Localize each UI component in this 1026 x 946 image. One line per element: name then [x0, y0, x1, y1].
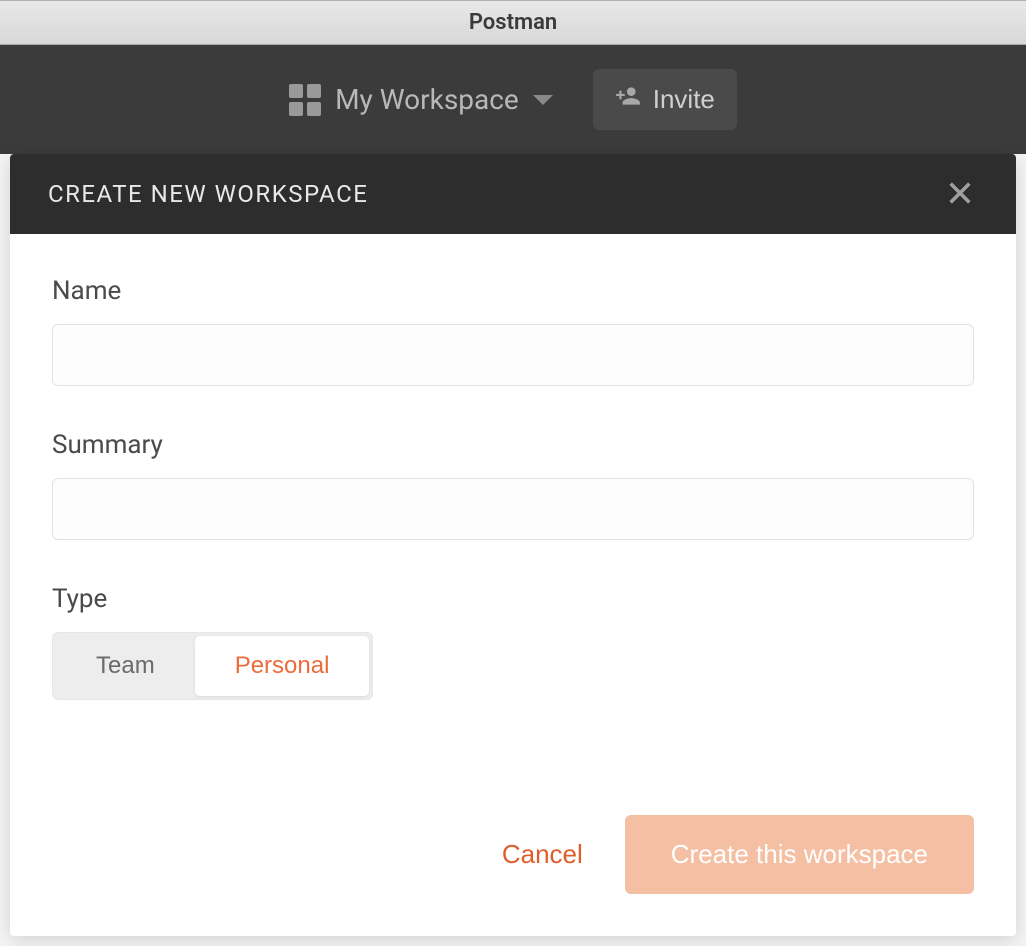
- type-label: Type: [52, 584, 974, 614]
- close-button[interactable]: [942, 175, 978, 214]
- type-toggle: Team Personal: [52, 632, 373, 700]
- summary-input[interactable]: [52, 478, 974, 540]
- workspace-selector[interactable]: My Workspace: [289, 83, 553, 116]
- modal-body: Name Summary Type Team Personal: [10, 234, 1016, 815]
- modal-header: CREATE NEW WORKSPACE: [10, 154, 1016, 234]
- workspace-label: My Workspace: [335, 83, 519, 116]
- window-titlebar: Postman: [0, 0, 1026, 45]
- grid-icon: [289, 84, 321, 116]
- type-option-team[interactable]: Team: [56, 636, 195, 696]
- modal-title: CREATE NEW WORKSPACE: [48, 180, 368, 208]
- create-workspace-button[interactable]: Create this workspace: [625, 815, 974, 894]
- type-option-personal[interactable]: Personal: [195, 636, 370, 696]
- invite-label: Invite: [653, 84, 715, 115]
- name-input[interactable]: [52, 324, 974, 386]
- cancel-button[interactable]: Cancel: [502, 839, 583, 870]
- window-title: Postman: [469, 10, 557, 35]
- close-icon: [946, 179, 974, 207]
- chevron-down-icon: [533, 95, 553, 105]
- main-toolbar: My Workspace Invite: [0, 45, 1026, 154]
- name-label: Name: [52, 276, 974, 306]
- create-workspace-modal: CREATE NEW WORKSPACE Name Summary Type T…: [10, 154, 1016, 936]
- invite-person-icon: [615, 83, 641, 116]
- summary-label: Summary: [52, 430, 974, 460]
- modal-footer: Cancel Create this workspace: [10, 815, 1016, 936]
- invite-button[interactable]: Invite: [593, 69, 737, 130]
